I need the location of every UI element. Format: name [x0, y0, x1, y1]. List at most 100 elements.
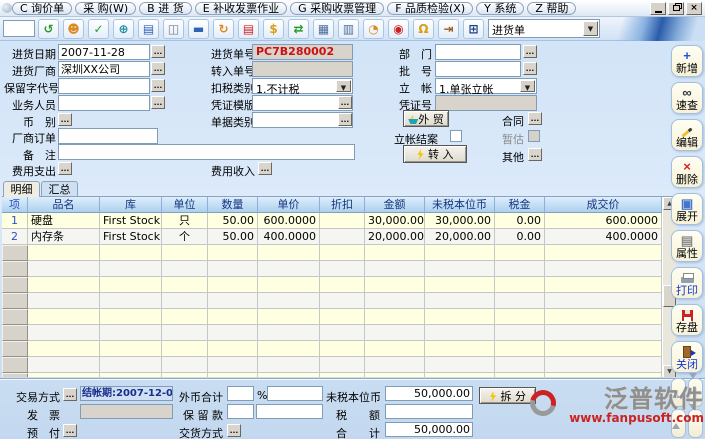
- clipboard-button[interactable]: ▥: [338, 19, 359, 39]
- menu-tab-quality[interactable]: F 品质检验(X): [387, 2, 473, 15]
- contract-browse-button[interactable]: …: [528, 112, 542, 125]
- user-button[interactable]: ☻: [63, 19, 84, 39]
- properties-button[interactable]: ▤ 属性: [671, 230, 703, 262]
- receipt-no-label: 进货单号: [205, 46, 255, 62]
- doc-type-dropdown[interactable]: 进货单 ▼: [488, 19, 600, 38]
- col-header-unit[interactable]: 单位: [162, 197, 208, 213]
- refresh-button[interactable]: ↺: [38, 19, 59, 39]
- alert-button[interactable]: Ω: [413, 19, 434, 39]
- pie-refresh-button[interactable]: ◔: [363, 19, 384, 39]
- reserved-code-input[interactable]: [58, 78, 150, 94]
- foreign-total-input[interactable]: [267, 386, 323, 401]
- invoice-label: 发 票: [10, 407, 60, 423]
- col-header-stock[interactable]: 库: [100, 197, 162, 213]
- delete-button[interactable]: × 删除: [671, 156, 703, 188]
- menu-tab-receiving[interactable]: B 进 货: [139, 2, 192, 15]
- batch-no-browse-button[interactable]: …: [523, 62, 537, 75]
- tab-detail[interactable]: 明细: [3, 181, 40, 197]
- doc-type-value: 进货单: [492, 22, 525, 38]
- exit-button[interactable]: ⇥: [438, 19, 459, 39]
- quick-code-input[interactable]: [3, 20, 35, 37]
- prepay-browse-button[interactable]: …: [63, 424, 77, 437]
- other-browse-button[interactable]: …: [528, 148, 542, 161]
- minimize-button[interactable]: [650, 2, 666, 15]
- col-header-discount[interactable]: 折扣: [320, 197, 365, 213]
- transfer-in-button[interactable]: 转 入: [403, 145, 467, 163]
- tax-total-label: 税 额: [326, 407, 380, 423]
- retention-amount-input[interactable]: [256, 404, 323, 419]
- menu-tab-invoice-supplement[interactable]: E 补收发票作业: [195, 2, 287, 15]
- supplier-browse-button[interactable]: …: [151, 62, 165, 75]
- tab-summary[interactable]: 汇总: [41, 181, 78, 197]
- delivery-browse-button[interactable]: …: [227, 424, 241, 437]
- batch-no-input[interactable]: [435, 61, 521, 77]
- monitor-button[interactable]: ▬: [188, 19, 209, 39]
- restore-button[interactable]: [668, 2, 684, 15]
- supplier-input[interactable]: [58, 61, 150, 77]
- foreign-trade-button[interactable]: 外 贸: [403, 110, 449, 127]
- reserved-code-browse-button[interactable]: …: [151, 79, 165, 92]
- approve-button[interactable]: ✓: [88, 19, 109, 39]
- menu-tab-purchase[interactable]: 采 购(W): [75, 2, 136, 15]
- money-button[interactable]: $: [263, 19, 284, 39]
- col-header-deal-price[interactable]: 成交价: [545, 197, 662, 213]
- salesperson-browse-button[interactable]: …: [151, 96, 165, 109]
- print-doc-button[interactable]: ▤: [238, 19, 259, 39]
- col-header-no[interactable]: 项: [2, 197, 28, 213]
- dropdown-arrow-icon[interactable]: ▼: [583, 21, 598, 36]
- globe-edit-button[interactable]: ⊕: [113, 19, 134, 39]
- remark-input[interactable]: [58, 144, 355, 160]
- trade-method-browse-button[interactable]: …: [63, 388, 77, 401]
- expand-button[interactable]: ▣ 展开: [671, 193, 703, 225]
- dropdown-arrow-icon[interactable]: ▼: [336, 80, 351, 92]
- empty-table-row: [2, 293, 662, 309]
- add-button[interactable]: + 新增: [671, 45, 703, 77]
- menu-tab-invoice-mgmt[interactable]: G 采购收票管理: [290, 2, 384, 15]
- department-input[interactable]: [435, 44, 521, 60]
- posting-dropdown[interactable]: 1.单张立帐 ▼: [435, 78, 537, 94]
- table-row[interactable]: 2内存条 First Stock个 50.00400.0000 20,000.0…: [2, 229, 662, 245]
- retention-rate-input[interactable]: [227, 404, 254, 419]
- close-window-button[interactable]: 关闭: [671, 341, 703, 373]
- col-header-name[interactable]: 品名: [28, 197, 100, 213]
- window-controls: ×: [650, 2, 702, 15]
- menu-tab-help[interactable]: Z 帮助: [527, 2, 576, 15]
- purchase-date-browse-button[interactable]: …: [151, 45, 165, 58]
- calculator-button[interactable]: ▦: [313, 19, 334, 39]
- voucher-template-browse-button[interactable]: …: [338, 96, 352, 109]
- vendor-order-input[interactable]: [58, 128, 158, 144]
- col-header-untaxed[interactable]: 未税本位币: [425, 197, 495, 213]
- col-header-amount[interactable]: 金额: [365, 197, 425, 213]
- sync-button[interactable]: ↻: [213, 19, 234, 39]
- empty-table-row: [2, 261, 662, 277]
- menu-tab-inquiry[interactable]: C 询价单: [12, 2, 72, 15]
- expense-out-browse-button[interactable]: …: [58, 162, 72, 175]
- purchase-date-input[interactable]: [58, 44, 150, 60]
- transfer-button[interactable]: ⇄: [288, 19, 309, 39]
- expense-in-browse-button[interactable]: …: [258, 162, 272, 175]
- salesperson-input[interactable]: [58, 95, 150, 111]
- menu-tab-system[interactable]: Y 系统: [476, 2, 524, 15]
- doc-category-browse-button[interactable]: …: [338, 113, 352, 126]
- tax-type-dropdown[interactable]: 1.不计税 ▼: [252, 78, 353, 94]
- contract-label: 合同: [496, 113, 524, 129]
- department-browse-button[interactable]: …: [523, 45, 537, 58]
- col-header-qty[interactable]: 数量: [208, 197, 258, 213]
- window-button[interactable]: ⊞: [463, 19, 484, 39]
- col-header-tax[interactable]: 税金: [495, 197, 545, 213]
- book-button[interactable]: ◫: [163, 19, 184, 39]
- id-card-button[interactable]: ▤: [138, 19, 159, 39]
- currency-browse-button[interactable]: …: [58, 113, 72, 126]
- col-header-price[interactable]: 单价: [258, 197, 320, 213]
- posting-close-checkbox[interactable]: [450, 130, 462, 142]
- edit-button[interactable]: 编辑: [671, 119, 703, 151]
- close-button[interactable]: ×: [686, 2, 702, 15]
- supplier-label: 进货厂商: [4, 63, 56, 79]
- chart-button[interactable]: ◉: [388, 19, 409, 39]
- save-button[interactable]: 存盘: [671, 304, 703, 336]
- dropdown-arrow-icon[interactable]: ▼: [520, 80, 535, 92]
- print-button[interactable]: 打印: [671, 267, 703, 299]
- table-row[interactable]: 1硬盘 First Stock只 50.00600.0000 30,000.00…: [2, 213, 662, 229]
- quick-search-button[interactable]: ∞ 速查: [671, 82, 703, 114]
- foreign-rate-input[interactable]: [227, 386, 254, 401]
